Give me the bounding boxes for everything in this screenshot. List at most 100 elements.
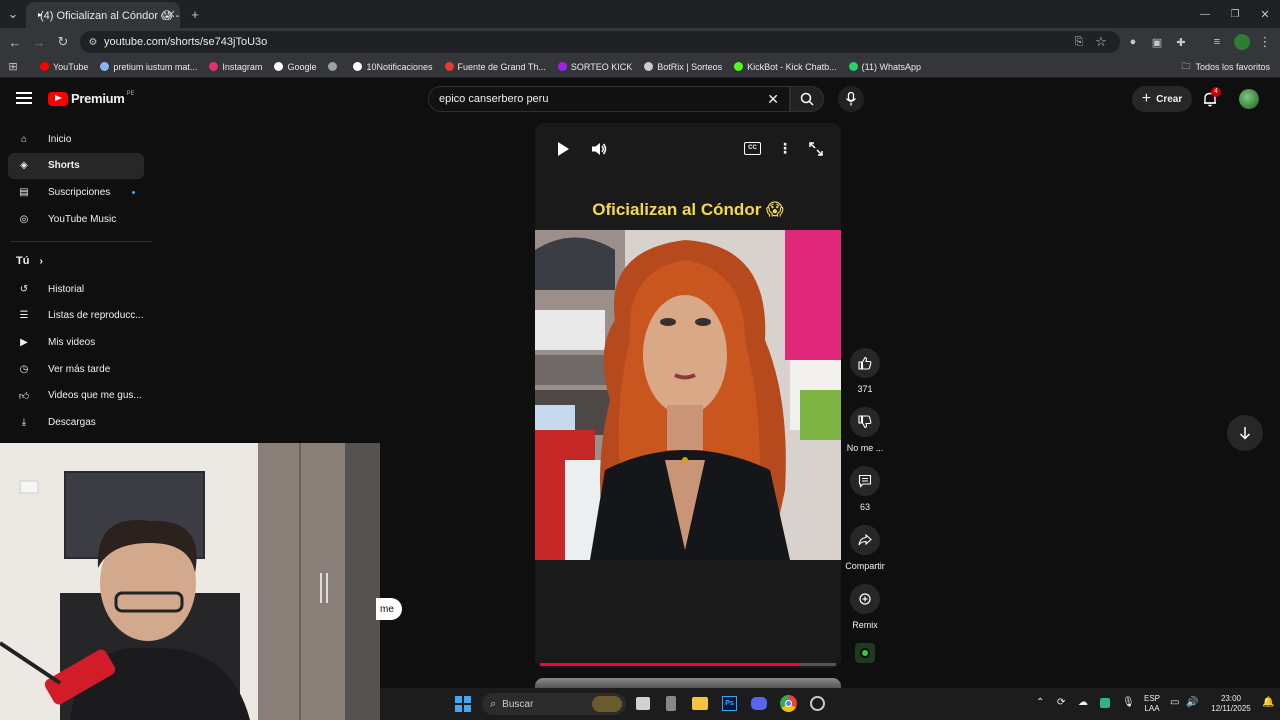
bookmark-favicon-icon	[274, 62, 284, 71]
tab-search-icon[interactable]: ⌄	[4, 5, 22, 23]
bookmark-item[interactable]	[322, 62, 347, 71]
sidebar-item-shorts[interactable]: ◈ Shorts	[8, 152, 144, 179]
next-short-preview[interactable]	[535, 678, 841, 688]
profile-avatar[interactable]	[1234, 34, 1250, 50]
tray-sync-icon[interactable]: ⟳	[1057, 697, 1065, 708]
bookmark-item[interactable]: 10Notificaciones	[347, 62, 438, 72]
network-icon[interactable]: ▭	[1170, 697, 1179, 708]
youtube-logo[interactable]: Premium PE	[48, 91, 135, 106]
history-icon: ↺	[19, 283, 29, 295]
chrome-taskbar-icon[interactable]	[780, 695, 797, 712]
sidebar-item-music[interactable]: ◎ YouTube Music	[8, 206, 144, 232]
site-info-icon[interactable]: ⚙	[84, 33, 102, 51]
all-bookmarks[interactable]: 🗀 Todos los favoritos	[1181, 59, 1280, 75]
extension-icon[interactable]: ●	[1124, 33, 1142, 51]
fullscreen-button[interactable]	[808, 141, 824, 157]
account-avatar[interactable]	[1239, 89, 1259, 109]
short-progress-track[interactable]	[540, 663, 836, 666]
create-button[interactable]: + Crear	[1132, 86, 1192, 112]
notification-center-icon[interactable]: 🔔	[1262, 697, 1274, 708]
media-control-icon[interactable]: ≡	[1208, 33, 1226, 51]
share-button[interactable]: Compartir	[842, 525, 888, 571]
captions-icon[interactable]: CC	[744, 142, 761, 155]
bookmark-item[interactable]: Fuente de Grand Th...	[439, 62, 552, 72]
like-button[interactable]: 371	[846, 348, 884, 394]
tray-mic-icon[interactable]: 🎙	[1122, 697, 1135, 708]
region-code: PE	[126, 90, 135, 97]
onedrive-icon[interactable]: ☁	[1078, 697, 1088, 708]
notifications-button[interactable]: 4	[1202, 87, 1221, 107]
next-short-button[interactable]	[1227, 415, 1263, 451]
channel-avatar[interactable]	[855, 643, 875, 663]
sidebar-item-watch-later[interactable]: ◷ Ver más tarde	[8, 356, 144, 382]
you-section-header[interactable]: Tú ›	[16, 255, 43, 267]
sidebar-item-download[interactable]: ⤓ Descargas	[8, 410, 144, 436]
comment-bubble: me	[376, 598, 402, 620]
extensions-puzzle-icon[interactable]: ✚	[1172, 33, 1190, 51]
taskbar-search-placeholder: Buscar	[502, 698, 534, 710]
input-language[interactable]: ESP LAA	[1140, 694, 1164, 714]
forward-icon[interactable]: →	[30, 33, 48, 51]
sidebar-item-like[interactable]: 👍︎ Videos que me gus...	[8, 383, 144, 409]
windows-start-icon[interactable]	[455, 696, 471, 712]
minimize-icon[interactable]: —	[1196, 5, 1214, 23]
clock-time: 23:00	[1220, 694, 1242, 703]
taskbar-search[interactable]: ⌕ Buscar	[482, 693, 626, 715]
extension-2-icon[interactable]: ▣	[1148, 33, 1166, 51]
webcam-overlay	[0, 443, 380, 720]
comments-button[interactable]: 63	[846, 466, 884, 512]
steam-icon[interactable]	[810, 696, 825, 711]
sidebar-item-subscriptions[interactable]: ▤ Suscripciones	[8, 179, 144, 205]
reload-icon[interactable]: ↻	[54, 33, 72, 51]
all-bookmarks-label: Todos los favoritos	[1195, 61, 1270, 72]
dislike-button[interactable]: No me ...	[846, 407, 884, 453]
clock[interactable]: 23:00 12/11/2025	[1205, 694, 1257, 714]
file-explorer-icon[interactable]	[692, 697, 708, 710]
tray-chevron-icon[interactable]: ⌃	[1036, 697, 1044, 708]
install-app-icon[interactable]: ⎘	[1070, 33, 1088, 51]
remix-button[interactable]: Remix	[846, 584, 884, 630]
new-tab-icon[interactable]: +	[186, 5, 204, 23]
arrow-down-icon	[1239, 427, 1251, 440]
discord-icon[interactable]	[751, 697, 767, 710]
bookmark-star-icon[interactable]: ☆	[1092, 33, 1110, 51]
close-tab-icon[interactable]: ✕	[162, 5, 180, 23]
sidebar-item-home[interactable]: ⌂ Inicio	[8, 126, 144, 152]
thumbs-down-icon	[858, 415, 872, 429]
sidebar-item-label: Descargas	[48, 417, 96, 428]
active-tab[interactable]: (4) Oficializan al Cóndor 😱 - Y	[26, 2, 180, 28]
sidebar-item-playlist[interactable]: ☰ Listas de reproducc...	[8, 303, 144, 329]
back-icon[interactable]: ←	[6, 33, 24, 51]
tray-app-icon[interactable]	[1100, 698, 1110, 708]
more-options-icon[interactable]: ⋮	[778, 140, 792, 157]
maximize-icon[interactable]: ❐	[1226, 5, 1244, 23]
bookmark-item[interactable]: Google	[268, 62, 322, 72]
chrome-menu-icon[interactable]: ⋮	[1256, 33, 1274, 51]
comment-count: 63	[859, 502, 870, 512]
speaker-icon[interactable]: 🔊	[1186, 697, 1198, 708]
channel-logo-icon	[860, 648, 870, 658]
bookmark-item[interactable]: pretium iustum mat...	[94, 62, 203, 72]
photoshop-icon[interactable]: Ps	[722, 696, 737, 711]
play-button[interactable]	[554, 140, 572, 158]
clear-search-icon[interactable]: ✕	[767, 91, 779, 108]
close-window-icon[interactable]: ✕	[1256, 5, 1274, 23]
voice-search-button[interactable]	[838, 86, 864, 112]
sidebar-item-my-videos[interactable]: ▶ Mis videos	[8, 329, 144, 355]
app-icon[interactable]	[666, 696, 676, 711]
url-field[interactable]: youtube.com/shorts/se743jToU3o	[80, 31, 1120, 53]
sidebar-item-label: Mis videos	[48, 336, 96, 348]
bookmark-item[interactable]: BotRix | Sorteos	[638, 62, 728, 72]
volume-button[interactable]	[590, 140, 608, 158]
apps-grid-icon[interactable]: ⊞	[4, 58, 22, 76]
search-input[interactable]: epico canserbero peru ✕	[428, 86, 790, 112]
search-button[interactable]	[790, 86, 824, 112]
sidebar-item-history[interactable]: ↺ Historial	[8, 276, 144, 302]
bookmark-item[interactable]: (11) WhatsApp	[843, 62, 927, 72]
bookmark-item[interactable]: YouTube	[34, 62, 94, 72]
bookmark-item[interactable]: KickBot - Kick Chatb...	[728, 62, 843, 72]
task-view-icon[interactable]	[636, 697, 650, 710]
hamburger-menu-icon[interactable]	[16, 92, 32, 104]
bookmark-item[interactable]: SORTEO KICK	[552, 62, 638, 72]
bookmark-item[interactable]: Instagram	[203, 62, 268, 72]
